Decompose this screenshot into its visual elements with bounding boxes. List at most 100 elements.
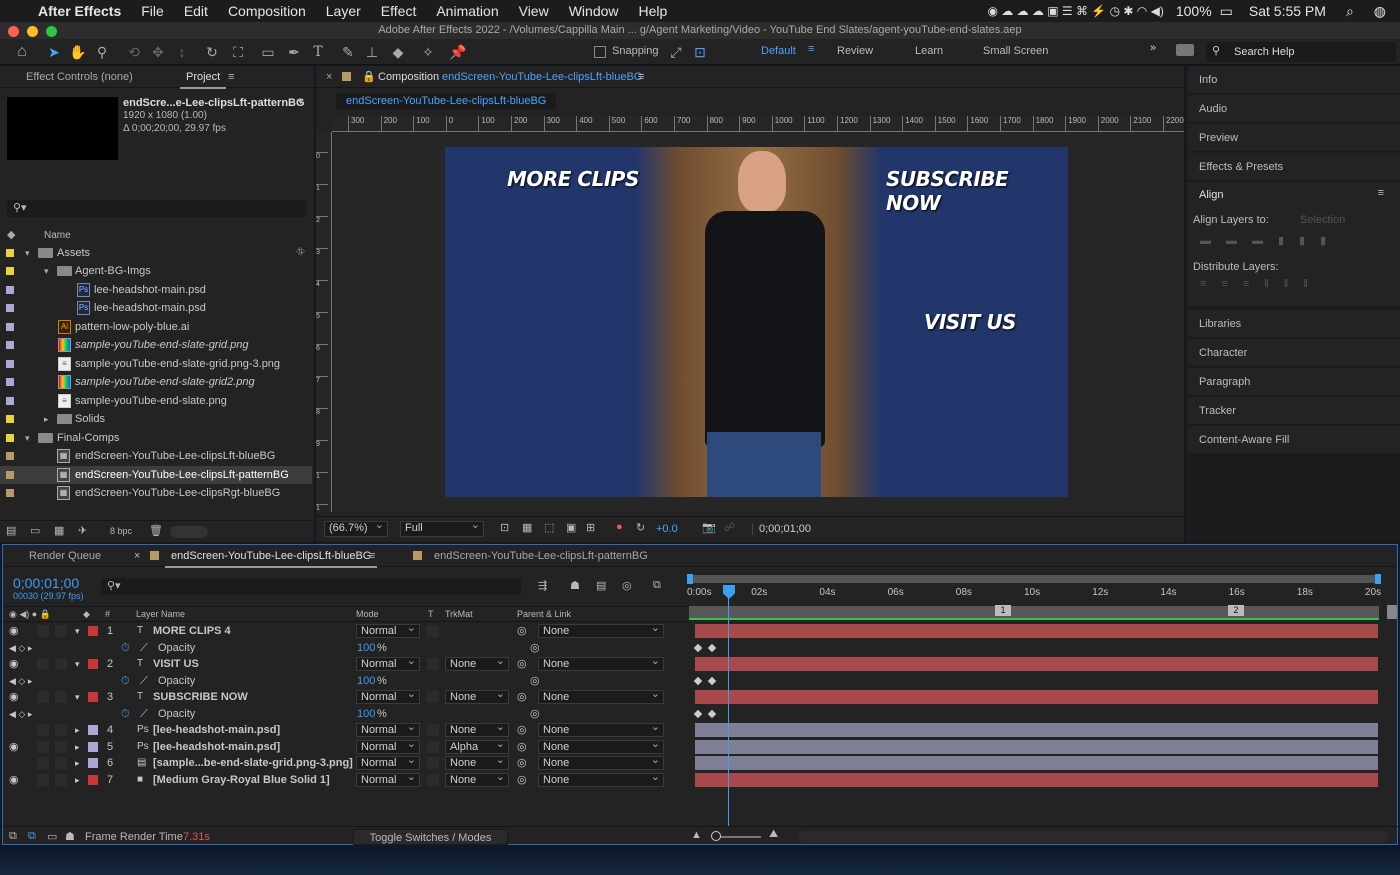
- clock[interactable]: Sat 5:55 PM: [1239, 3, 1336, 19]
- align-target-dropdown[interactable]: Selection: [1300, 214, 1380, 226]
- mask-path-icon[interactable]: ⬚: [544, 521, 554, 534]
- layer-row[interactable]: ◉ ▾ 3 T SUBSCRIBE NOW Normal None ◎ None: [3, 688, 688, 705]
- status-icons[interactable]: ◉ ☁ ☁ ☁ ▣ ☰ ⌘ ⚡ ◷ ✱ ◠ ◀): [977, 4, 1173, 18]
- disclosure-icon[interactable]: ▸: [75, 755, 80, 771]
- label-swatch[interactable]: [6, 415, 14, 423]
- lock-switch[interactable]: [55, 773, 67, 786]
- list-item[interactable]: sample-youTube-end-slate-grid.png: [0, 336, 312, 354]
- section-tracker[interactable]: Tracker: [1188, 397, 1400, 425]
- section-audio[interactable]: Audio: [1188, 95, 1400, 123]
- layer-row[interactable]: ◉ ▾ 2 T VISIT US Normal None ◎ None: [3, 655, 688, 672]
- visibility-toggle[interactable]: ·: [9, 722, 13, 738]
- battery-percent[interactable]: 100%: [1174, 3, 1214, 19]
- keyframe-icon[interactable]: [693, 643, 703, 652]
- col-mode[interactable]: Mode: [356, 607, 379, 621]
- solo-switch[interactable]: [37, 625, 49, 637]
- pen-tool-icon[interactable]: ✒: [284, 42, 304, 62]
- keyframe-icon[interactable]: [707, 676, 717, 685]
- puppet-pin-icon[interactable]: 📌: [448, 42, 468, 62]
- safe-margins-icon[interactable]: ▣: [566, 521, 576, 534]
- trkmat-dropdown[interactable]: Alpha: [445, 738, 509, 754]
- visibility-eye-icon[interactable]: ◉: [9, 623, 19, 639]
- disclosure-icon[interactable]: ▾: [25, 429, 30, 447]
- layer-duration-bar[interactable]: [695, 723, 1378, 737]
- list-item[interactable]: ▾ Assets: [0, 244, 312, 262]
- layer-label-swatch[interactable]: [88, 758, 98, 768]
- tab-project[interactable]: Project: [180, 66, 227, 89]
- comp-viewer[interactable]: MORE CLIPS SUBSCRIBE NOW VISIT US: [333, 133, 1184, 511]
- layer-duration-bar[interactable]: [695, 756, 1378, 770]
- menu-file[interactable]: File: [131, 3, 174, 19]
- label-swatch[interactable]: [6, 304, 14, 312]
- adjust-settings-icon[interactable]: ✈: [78, 524, 87, 537]
- align-title[interactable]: Align: [1199, 189, 1223, 201]
- eraser-tool-icon[interactable]: ◆: [388, 42, 408, 62]
- trkmat-dropdown[interactable]: None: [445, 771, 509, 787]
- label-swatch[interactable]: [6, 471, 14, 479]
- property-row[interactable]: ◀ ◇ ▸ ⏱ ⟋ Opacity 100% ◎: [3, 640, 688, 656]
- graph-icon[interactable]: ⟋: [140, 640, 148, 656]
- layer-duration-bar[interactable]: [695, 772, 1378, 787]
- disclosure-icon[interactable]: ▸: [44, 410, 49, 428]
- layer-duration-bar[interactable]: [695, 624, 1378, 638]
- transfer-controls-icon[interactable]: ⧉: [28, 830, 36, 843]
- timeline-h-scrollbar[interactable]: [798, 831, 1388, 843]
- bpc-label[interactable]: 8 bpc: [110, 526, 132, 536]
- layer-name[interactable]: MORE CLIPS 4: [153, 623, 231, 639]
- layer-duration-bar[interactable]: [695, 690, 1378, 704]
- trash-icon[interactable]: 🗑: [149, 524, 163, 537]
- pickwhip-icon[interactable]: ◎: [517, 772, 527, 788]
- more-workspaces-icon[interactable]: »: [1150, 42, 1156, 54]
- reset-exposure-icon[interactable]: ↻: [636, 521, 645, 534]
- property-value[interactable]: 100: [357, 673, 375, 689]
- orbit-camera-icon[interactable]: ⟲: [124, 42, 144, 62]
- stopwatch-icon[interactable]: ⏱: [121, 706, 130, 722]
- property-value[interactable]: 100: [357, 640, 375, 656]
- zoom-tool-icon[interactable]: ⚲: [92, 42, 112, 62]
- align-buttons[interactable]: ▬▬▬▮▮▮: [1200, 234, 1341, 247]
- solo-switch[interactable]: [37, 773, 49, 786]
- keyframe-nav-icon[interactable]: ◀ ◇ ▸: [9, 640, 32, 656]
- graph-icon[interactable]: ⟋: [140, 673, 148, 689]
- list-item[interactable]: Ps lee-headshot-main.psd: [0, 281, 312, 299]
- label-swatch[interactable]: [6, 267, 14, 275]
- layer-name[interactable]: SUBSCRIBE NOW: [153, 689, 248, 705]
- timeline-timecode[interactable]: 0;00;01;00: [13, 575, 79, 591]
- solo-switch[interactable]: [37, 724, 49, 736]
- list-item[interactable]: ▸ Solids: [0, 410, 312, 428]
- list-item[interactable]: ▾ Agent-BG-Imgs: [0, 262, 312, 280]
- section-info[interactable]: Info: [1188, 66, 1400, 94]
- menu-effect[interactable]: Effect: [371, 3, 427, 19]
- zoom-out-icon[interactable]: ▲: [691, 829, 702, 841]
- trkmat-dropdown[interactable]: None: [445, 655, 509, 671]
- property-value[interactable]: 100: [357, 706, 375, 722]
- list-item[interactable]: ≡ sample-youTube-end-slate.png: [0, 392, 312, 410]
- lock-switch[interactable]: [55, 724, 67, 736]
- visibility-toggle[interactable]: ·: [9, 755, 13, 771]
- show-snapshot-icon[interactable]: ☍: [724, 521, 735, 534]
- label-swatch[interactable]: [6, 249, 14, 257]
- parent-dropdown[interactable]: None: [538, 771, 664, 787]
- resolution-dropdown[interactable]: Full: [400, 519, 484, 537]
- align-menu-icon[interactable]: ≡: [1378, 187, 1384, 199]
- layer-duration-bar[interactable]: [695, 657, 1378, 671]
- layer-row[interactable]: · ▸ 4 Ps [lee-headshot-main.psd] Normal None ◎ N…: [3, 721, 688, 738]
- label-swatch[interactable]: [6, 489, 14, 497]
- stopwatch-icon[interactable]: ⏱: [121, 640, 130, 656]
- layer-label-swatch[interactable]: [88, 626, 98, 636]
- visibility-eye-icon[interactable]: ◉: [9, 739, 19, 755]
- minimize-window-button[interactable]: [27, 26, 38, 37]
- property-row[interactable]: ◀ ◇ ▸ ⏱ ⟋ Opacity 100% ◎: [3, 706, 688, 722]
- section-libraries[interactable]: Libraries: [1188, 310, 1400, 338]
- mode-dropdown[interactable]: Normal: [356, 622, 420, 638]
- list-item[interactable]: ▦ endScreen-YouTube-Lee-clipsRgt-blueBG: [0, 484, 312, 502]
- list-item[interactable]: ▦ endScreen-YouTube-Lee-clipsLft-blueBG: [0, 447, 312, 465]
- col-trkmat[interactable]: TrkMat: [445, 607, 473, 621]
- toggle-switches-button[interactable]: Toggle Switches / Modes: [353, 829, 508, 845]
- section-content-aware-fill[interactable]: Content-Aware Fill: [1188, 426, 1400, 454]
- layer-name[interactable]: [sample...be-end-slate-grid.png-3.png]: [153, 755, 353, 771]
- expression-pickwhip-icon[interactable]: ◎: [530, 640, 540, 656]
- comp-end-button[interactable]: [1387, 605, 1397, 619]
- lock-icon[interactable]: 🔒: [362, 66, 376, 88]
- tab-effect-controls[interactable]: Effect Controls (none): [20, 66, 139, 88]
